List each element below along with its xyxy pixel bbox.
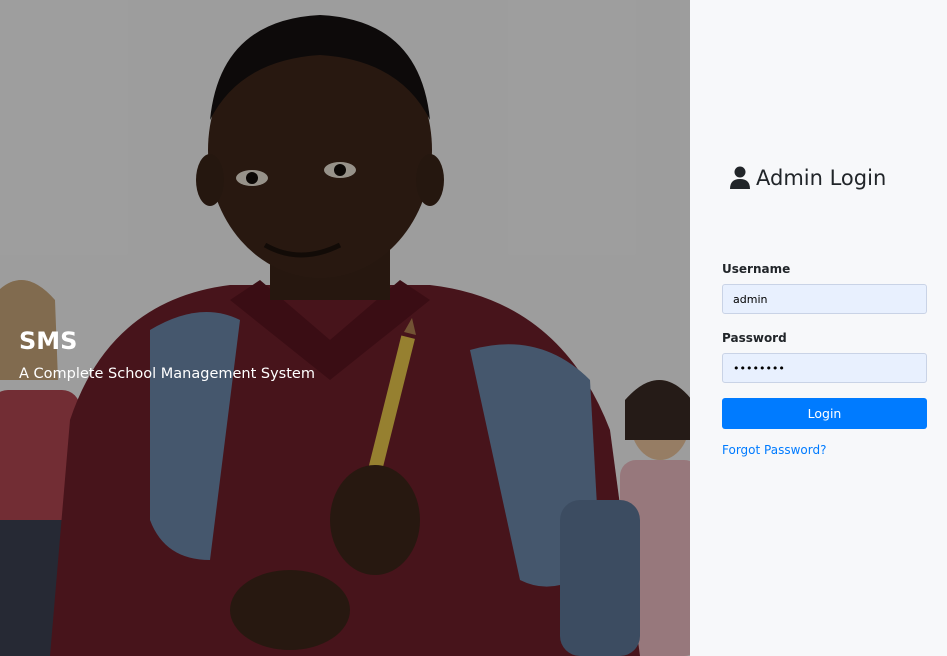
login-panel: Admin Login Username admin Password ••••…: [690, 0, 947, 656]
login-title: Admin Login: [756, 166, 887, 190]
password-input[interactable]: ••••••••: [722, 353, 927, 383]
brand-tagline: A Complete School Management System: [19, 366, 315, 382]
login-heading: Admin Login: [730, 164, 886, 192]
hero-text: SMS A Complete School Management System: [19, 326, 315, 384]
user-icon: [730, 166, 750, 189]
password-label: Password: [722, 331, 787, 345]
login-button[interactable]: Login: [722, 398, 927, 429]
username-label: Username: [722, 262, 791, 276]
username-input[interactable]: admin: [722, 284, 927, 314]
brand-title: SMS: [19, 327, 78, 355]
password-group: Password ••••••••: [722, 329, 927, 383]
login-page: SMS A Complete School Management System …: [0, 0, 947, 656]
login-form: Username admin Password •••••••• Login F…: [722, 260, 927, 457]
hero-panel: SMS A Complete School Management System: [0, 0, 690, 656]
username-group: Username admin: [722, 260, 927, 314]
forgot-password-link[interactable]: Forgot Password?: [722, 443, 927, 457]
